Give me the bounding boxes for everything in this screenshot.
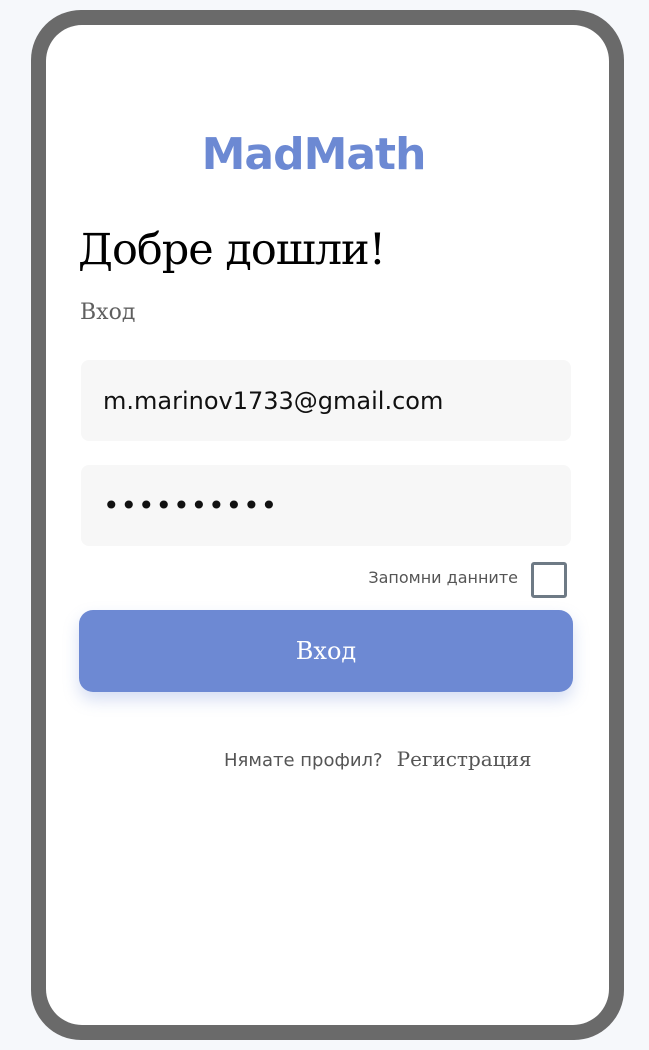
signup-row: Нямате профил? Регистрация	[224, 747, 532, 771]
password-field[interactable]	[81, 465, 571, 546]
register-link[interactable]: Регистрация	[397, 747, 532, 771]
brand-logo: MadMath	[201, 129, 427, 180]
welcome-heading: Добре дошли!	[78, 225, 386, 275]
phone-frame: MadMath Добре дошли! Вход Запомни даннит…	[31, 10, 624, 1040]
remember-me-checkbox[interactable]	[531, 562, 567, 598]
email-field[interactable]	[81, 360, 571, 441]
remember-me-label: Запомни данните	[368, 568, 518, 587]
login-subtitle: Вход	[80, 300, 136, 325]
login-button[interactable]: Вход	[79, 610, 573, 692]
app-screen: MadMath Добре дошли! Вход Запомни даннит…	[46, 25, 609, 1025]
no-account-prompt: Нямате профил?	[224, 750, 383, 771]
